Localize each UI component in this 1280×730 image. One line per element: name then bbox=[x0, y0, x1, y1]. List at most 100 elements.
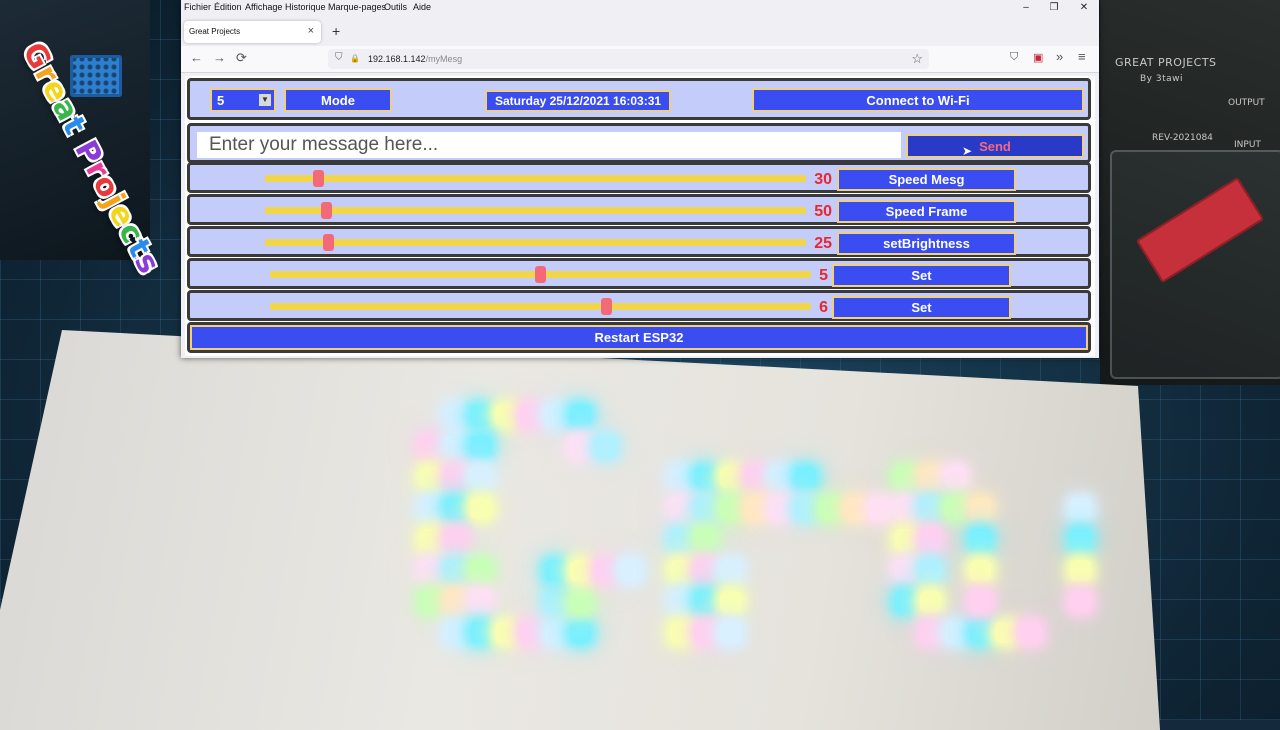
restart-esp32-button[interactable]: Restart ESP32 bbox=[190, 325, 1088, 350]
led-dot bbox=[895, 529, 916, 550]
led-dot bbox=[895, 560, 916, 581]
led-dot bbox=[670, 560, 691, 581]
led-dot bbox=[445, 591, 466, 612]
set-1-button[interactable]: Set bbox=[832, 264, 1011, 287]
menu-bookmarks[interactable]: Marque-pages bbox=[328, 2, 386, 12]
led-dot bbox=[795, 467, 816, 488]
led-dot bbox=[670, 498, 691, 519]
led-dot bbox=[420, 529, 441, 550]
mode-button[interactable]: Mode bbox=[284, 88, 392, 112]
menu-tools[interactable]: Outils bbox=[384, 2, 407, 12]
led-dot bbox=[995, 622, 1016, 643]
led-dot bbox=[745, 498, 766, 519]
brightness-slider-track[interactable] bbox=[265, 239, 806, 246]
forward-icon[interactable]: → bbox=[213, 51, 226, 65]
restart-row: Restart ESP32 bbox=[187, 322, 1091, 353]
set-2-button[interactable]: Set bbox=[832, 296, 1011, 319]
led-dot bbox=[670, 529, 691, 550]
led-dot bbox=[495, 622, 516, 643]
mouse-cursor-icon: ➤ bbox=[962, 144, 973, 158]
bookmark-star-icon[interactable]: ☆ bbox=[911, 51, 923, 67]
menu-view[interactable]: Affichage bbox=[245, 2, 282, 12]
connect-wifi-button[interactable]: Connect to Wi-Fi bbox=[752, 88, 1084, 112]
speed-mesg-value: 30 bbox=[814, 171, 832, 188]
chevron-down-icon: ▼ bbox=[259, 94, 271, 106]
led-dot bbox=[445, 436, 466, 457]
menu-edit[interactable]: Édition bbox=[214, 2, 242, 12]
led-dot bbox=[1070, 529, 1091, 550]
back-icon[interactable]: ← bbox=[190, 51, 203, 65]
led-dot bbox=[620, 560, 641, 581]
url-path: /myMesg bbox=[425, 54, 463, 64]
tab-title: Great Projects bbox=[189, 27, 241, 36]
maximize-icon[interactable]: ❐ bbox=[1047, 2, 1061, 13]
board-output-label: OUTPUT bbox=[1228, 98, 1265, 108]
pocket-icon[interactable]: ⛉ bbox=[1010, 51, 1018, 64]
speed-mesg-button[interactable]: Speed Mesg bbox=[837, 168, 1016, 191]
window-close-icon[interactable]: ✕ bbox=[1077, 2, 1091, 13]
set-brightness-button[interactable]: setBrightness bbox=[837, 232, 1016, 255]
tab-great-projects[interactable]: Great Projects × bbox=[184, 21, 321, 43]
led-dot bbox=[420, 467, 441, 488]
message-input[interactable] bbox=[197, 132, 901, 158]
speed-frame-value: 50 bbox=[814, 203, 832, 220]
brightness-slider-thumb[interactable] bbox=[323, 234, 335, 251]
led-dot bbox=[695, 467, 716, 488]
led-dot bbox=[720, 622, 741, 643]
led-dot bbox=[920, 560, 941, 581]
address-bar[interactable]: ⛉ 🔒 192.168.1.142/myMesg ☆ bbox=[328, 49, 929, 69]
led-dot bbox=[670, 467, 691, 488]
speed-mesg-slider-thumb[interactable] bbox=[312, 170, 324, 187]
overflow-icon[interactable]: » bbox=[1056, 49, 1063, 64]
led-dot bbox=[695, 498, 716, 519]
tab-close-icon[interactable]: × bbox=[308, 25, 314, 37]
new-tab-icon[interactable]: + bbox=[332, 23, 340, 39]
url-text: 192.168.1.142/myMesg bbox=[368, 54, 462, 64]
speed-frame-button[interactable]: Speed Frame bbox=[837, 200, 1016, 223]
reload-icon[interactable]: ⟳ bbox=[236, 51, 247, 65]
datetime-display: Saturday 25/12/2021 16:03:31 bbox=[485, 90, 671, 112]
set-1-slider-thumb[interactable] bbox=[535, 266, 546, 283]
led-dot bbox=[545, 405, 566, 426]
led-dot bbox=[920, 498, 941, 519]
mode-select[interactable]: 5 ▼ bbox=[210, 88, 276, 112]
hamburger-menu-icon[interactable]: ≡ bbox=[1078, 49, 1086, 64]
led-dot bbox=[970, 591, 991, 612]
extension-icon[interactable]: ▣ bbox=[1033, 51, 1043, 64]
led-dot bbox=[945, 622, 966, 643]
slider-row-set-1: 5 Set bbox=[187, 258, 1091, 289]
menu-help[interactable]: Aide bbox=[413, 2, 431, 12]
led-dot bbox=[745, 467, 766, 488]
set-2-slider-thumb[interactable] bbox=[601, 298, 613, 315]
shield-icon[interactable]: ⛉ bbox=[335, 52, 343, 63]
led-dot bbox=[920, 467, 941, 488]
slider-row-speed-frame: 50 Speed Frame bbox=[187, 194, 1091, 225]
led-dot bbox=[445, 529, 466, 550]
minimize-icon[interactable]: – bbox=[1019, 2, 1033, 13]
slider-row-speed-mesg: 30 Speed Mesg bbox=[187, 162, 1091, 193]
led-dot bbox=[970, 498, 991, 519]
board-input-label: INPUT bbox=[1234, 140, 1261, 150]
led-dot bbox=[895, 591, 916, 612]
menu-bar: Fichier Édition Affichage Historique Mar… bbox=[181, 0, 1099, 16]
send-button[interactable]: Send bbox=[906, 134, 1084, 158]
lock-icon[interactable]: 🔒 bbox=[350, 54, 360, 63]
board-revision-label: REV-2021084 bbox=[1152, 133, 1213, 143]
led-dot bbox=[895, 498, 916, 519]
set-2-slider-track[interactable] bbox=[270, 303, 811, 310]
slider-row-brightness: 25 setBrightness bbox=[187, 226, 1091, 257]
speed-mesg-slider-track[interactable] bbox=[265, 175, 806, 182]
url-host: 192.168.1.142 bbox=[368, 54, 426, 64]
led-matrix-display bbox=[400, 395, 1120, 665]
speed-frame-slider-track[interactable] bbox=[265, 207, 806, 214]
menu-file[interactable]: Fichier bbox=[184, 2, 211, 12]
tab-bar: Great Projects × + bbox=[181, 18, 1099, 46]
speed-frame-slider-thumb[interactable] bbox=[320, 202, 332, 219]
led-dot bbox=[670, 591, 691, 612]
led-dot bbox=[470, 467, 491, 488]
led-dot bbox=[920, 591, 941, 612]
mode-select-value: 5 bbox=[217, 93, 225, 108]
led-dot bbox=[770, 498, 791, 519]
led-dot bbox=[445, 560, 466, 581]
menu-history[interactable]: Historique bbox=[285, 2, 326, 12]
